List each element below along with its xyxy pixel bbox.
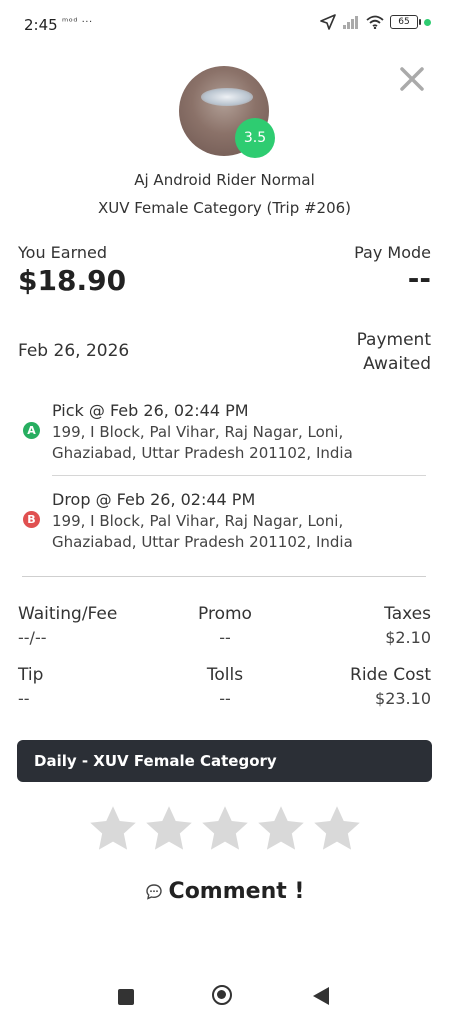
tip-label: Tip [18, 665, 44, 685]
earned-label: You Earned [18, 243, 108, 262]
pickup-marker-icon: A [23, 422, 40, 439]
tolls-label: Tolls [206, 665, 244, 685]
ride-cost-label: Ride Cost [350, 665, 431, 685]
waiting-fee-value: --/-- [18, 628, 47, 647]
drop-title: Drop @ Feb 26, 02:44 PM [52, 490, 256, 509]
status-icons: 65 [320, 14, 431, 30]
rider-name: Aj Android Rider Normal [134, 171, 315, 189]
pickup-address: 199, I Block, Pal Vihar, Raj Nagar, Loni… [52, 423, 353, 462]
tip-value: -- [18, 689, 30, 708]
rating-badge: 3.5 [235, 118, 275, 158]
wifi-icon [366, 15, 384, 29]
star-icon[interactable] [199, 803, 251, 855]
star-icon[interactable] [87, 803, 139, 855]
rider-subtitle: XUV Female Category (Trip #206) [97, 199, 352, 217]
close-icon [400, 67, 424, 91]
location-arrow-icon [320, 14, 336, 30]
comment-label: Comment ! [168, 879, 305, 904]
location-divider [52, 475, 426, 476]
close-button[interactable] [399, 66, 425, 92]
pickup-title: Pick @ Feb 26, 02:44 PM [52, 401, 249, 420]
trip-date: Feb 26, 2026 [18, 341, 130, 361]
comment-button[interactable]: Comment ! [0, 879, 449, 904]
square-icon[interactable] [118, 989, 134, 1005]
system-nav-bar [0, 984, 449, 1010]
promo-value: -- [219, 628, 231, 647]
tolls-value: -- [219, 689, 231, 708]
star-icon[interactable] [311, 803, 363, 855]
battery-icon: 65 [390, 15, 421, 29]
chat-bubble-icon [145, 883, 162, 900]
drop-marker-icon: B [23, 511, 40, 528]
status-time: 2:45 [24, 16, 58, 34]
waiting-fee-label: Waiting/Fee [18, 604, 118, 624]
taxes-label: Taxes [384, 604, 431, 624]
star-icon[interactable] [143, 803, 195, 855]
privacy-indicator-dot [424, 18, 431, 26]
star-icon[interactable] [255, 803, 307, 855]
ride-cost-value: $23.10 [375, 689, 431, 708]
triangle-back-icon[interactable] [312, 986, 330, 1006]
status-extra: ᵐᵒᵈ ··· [62, 17, 93, 28]
section-divider [22, 576, 426, 577]
pay-mode-label: Pay Mode [354, 243, 431, 262]
star-rating[interactable] [0, 803, 449, 855]
earned-amount: $18.90 [18, 264, 127, 297]
circle-icon[interactable] [212, 985, 232, 1005]
payment-status: Payment Awaited [356, 330, 431, 374]
signal-icon [343, 16, 358, 29]
promo-label: Promo [198, 604, 252, 624]
pay-mode-value: -- [407, 262, 431, 295]
category-bar: Daily - XUV Female Category [17, 740, 432, 782]
taxes-value: $2.10 [385, 628, 431, 647]
drop-address: 199, I Block, Pal Vihar, Raj Nagar, Loni… [52, 512, 353, 551]
